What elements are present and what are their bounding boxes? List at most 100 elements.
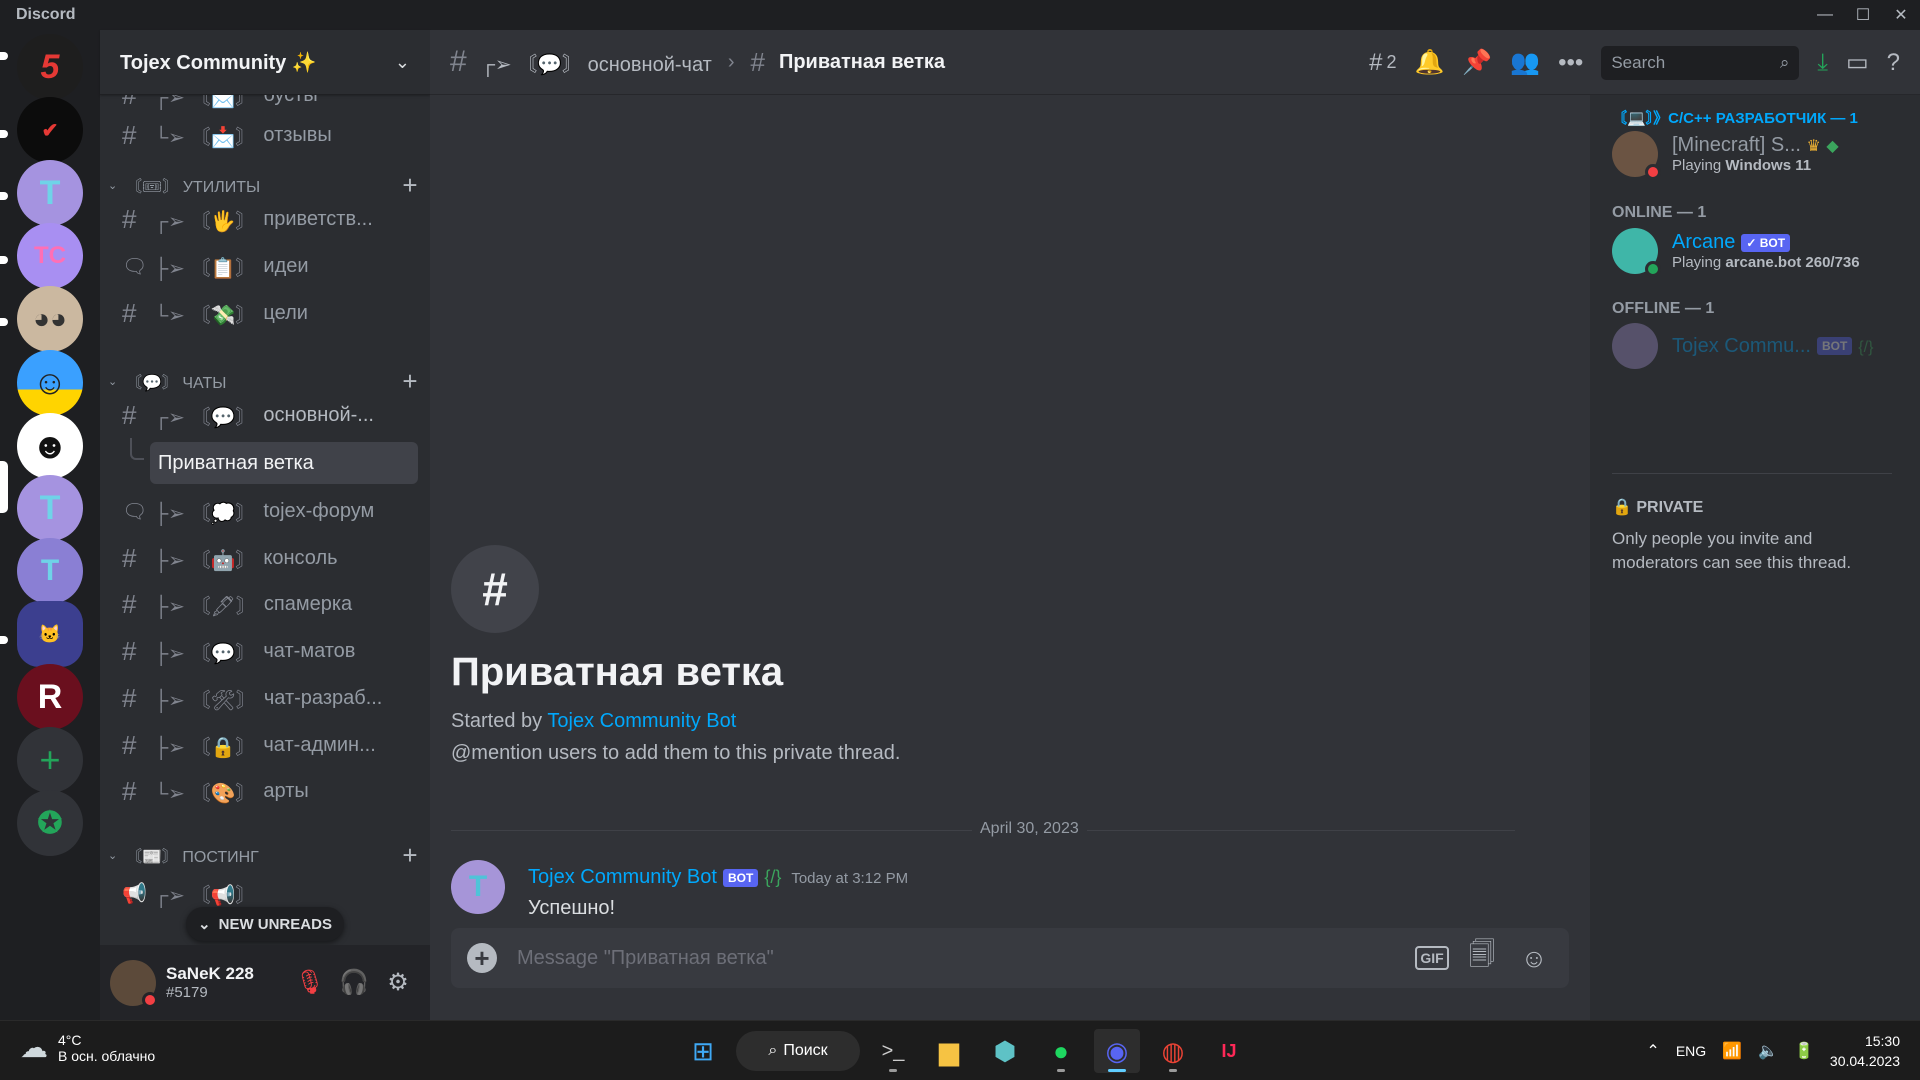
channel-item[interactable]: # └➢ 〘💸〙 цели	[110, 293, 420, 333]
server-icon-tcraft[interactable]: TC	[17, 223, 83, 289]
server-icon-tojex-octo[interactable]: T	[17, 538, 83, 604]
server-icon-dark[interactable]: ✔	[17, 97, 83, 163]
thread-item-active[interactable]: Приватная ветка	[150, 442, 418, 484]
activity-prefix: Playing	[1672, 254, 1722, 271]
private-description: Only people you invite and moderators ca…	[1612, 529, 1852, 572]
message-avatar[interactable]: T	[451, 860, 505, 914]
add-channel-icon[interactable]: +	[390, 840, 430, 871]
category-chats[interactable]: ⌄ 〘💬〙 ЧАТЫ +	[100, 365, 430, 397]
channel-prefix: ├➢ 〘📋〙	[154, 257, 256, 280]
vpn-shield-icon[interactable]: ⬢	[982, 1029, 1028, 1073]
terminal-icon[interactable]: >_	[870, 1029, 916, 1073]
add-server-icon[interactable]: +	[17, 727, 83, 793]
channel-prefix: ┌➢ 〘📩〙	[154, 95, 256, 109]
headphones-icon[interactable]: 🎧	[332, 961, 376, 1005]
add-channel-icon[interactable]: +	[390, 366, 430, 397]
server-header[interactable]: Tojex Community ✨ ⌄	[100, 30, 430, 95]
gear-icon[interactable]: ⚙	[376, 961, 420, 1005]
bell-icon[interactable]: 🔔	[1414, 43, 1444, 83]
channel-item[interactable]: # ├➢ 〘🛠〙 чат-разраб...	[110, 678, 420, 718]
intellij-icon[interactable]: IJ	[1206, 1029, 1252, 1073]
emoji-icon[interactable]: ☺	[1515, 939, 1553, 977]
download-icon[interactable]: ⤓	[1817, 43, 1828, 83]
private-label: PRIVATE	[1636, 499, 1704, 516]
member-item[interactable]: Arcane ✓ BOT Playing arcane.bot 260/736	[1612, 226, 1902, 277]
server-icon-smile[interactable]: ☺	[17, 350, 83, 416]
channel-item[interactable]: # ├➢ 〘🖋〙 спамерка	[110, 584, 420, 624]
channel-item[interactable]: #┌➢ 〘📩〙 бусты	[110, 95, 420, 115]
channel-item[interactable]: 🗨 ├➢ 〘📋〙 идеи	[110, 246, 420, 286]
language-indicator[interactable]: ENG	[1676, 1043, 1706, 1059]
member-item[interactable]: [Minecraft] S... ♛ ◆ Playing Windows 11	[1612, 129, 1902, 180]
parent-channel-link[interactable]: ┌➢ 〘💬〙 основной-чат	[481, 48, 712, 77]
spotify-icon[interactable]: ●	[1038, 1029, 1084, 1073]
add-channel-icon[interactable]: +	[390, 170, 430, 201]
taskbar-search[interactable]: ⌕ Поиск	[736, 1031, 860, 1071]
search-input[interactable]: Search ⌕	[1601, 45, 1800, 80]
message-input[interactable]	[517, 946, 1401, 970]
channel-item[interactable]: # ├➢ 〘💬〙 чат-матов	[110, 631, 420, 671]
channel-item[interactable]: # ├➢ 〘🔒〙 чат-админ...	[110, 725, 420, 765]
minimize-icon[interactable]: —	[1806, 0, 1844, 30]
battery-icon[interactable]: 🔋	[1794, 1041, 1814, 1061]
server-icon-face[interactable]: ☻	[17, 413, 83, 479]
bot-badge: ✓ BOT	[1741, 233, 1791, 252]
sticker-icon[interactable]: 🗐	[1463, 939, 1501, 977]
channel-item[interactable]: # ├➢ 〘🤖〙 консоль	[110, 538, 420, 578]
close-icon[interactable]: ✕	[1882, 0, 1920, 30]
server-icon-cat2[interactable]: 🐱	[17, 601, 83, 667]
private-header: 🔒 PRIVATE	[1612, 497, 1703, 517]
discover-compass-icon[interactable]: ✪	[17, 790, 83, 856]
chevron-down-icon: ⌄	[198, 916, 211, 933]
channel-name: основной-...	[263, 403, 374, 426]
channel-name: спамерка	[263, 592, 353, 615]
chevron-up-icon[interactable]: ⌃	[1646, 1041, 1659, 1061]
gif-button[interactable]: GIF	[1415, 946, 1449, 970]
channel-item-main-chat[interactable]: # ┌➢ 〘💬〙 основной-...	[110, 395, 420, 435]
message-author[interactable]: Tojex Community Bot	[528, 866, 717, 888]
search-icon: ⌕	[1779, 52, 1790, 72]
server-name-text: Tojex Community	[120, 51, 287, 74]
new-unreads-button[interactable]: ⌄ NEW UNREADS	[186, 907, 344, 941]
channel-item[interactable]: # ┌➢ 〘🖐〙 приветств...	[110, 199, 420, 239]
pin-icon[interactable]: 📌	[1462, 43, 1492, 83]
avatar[interactable]	[110, 959, 158, 1008]
locked-hash-icon: #	[122, 729, 137, 760]
windows-start-icon[interactable]: ⊞	[680, 1029, 726, 1073]
server-icon-r[interactable]: R	[17, 664, 83, 730]
channel-item[interactable]: 🗨 ├➢ 〘💭〙 tojex-форум	[110, 491, 420, 531]
maximize-icon[interactable]: ☐	[1844, 0, 1882, 30]
category-utils[interactable]: ⌄ 〘🎟〙 УТИЛИТЫ +	[100, 169, 430, 201]
server-name: Tojex Community ✨	[120, 51, 317, 74]
volume-icon[interactable]: 🔈	[1758, 1041, 1778, 1061]
weather-widget[interactable]: ☁ 4°C В осн. облачно	[20, 1031, 155, 1064]
member-item[interactable]: Tojex Commu... BOT {/}	[1612, 321, 1902, 371]
members-icon[interactable]: 👥	[1510, 43, 1540, 83]
wifi-icon[interactable]: 📶	[1722, 1041, 1742, 1061]
channel-prefix: ├➢ 〘🖋〙	[154, 595, 256, 618]
hash-icon: #	[122, 635, 137, 666]
discord-taskbar-icon[interactable]: ◉	[1094, 1029, 1140, 1073]
add-attachment-icon[interactable]: +	[467, 943, 497, 973]
chevron-down-icon: ⌄	[108, 849, 118, 862]
user-info[interactable]: SaNeK 228 #5179	[166, 964, 288, 1001]
threads-button[interactable]: #2	[1369, 43, 1396, 83]
mute-microphone-icon[interactable]: 🎙	[288, 961, 332, 1005]
chevron-down-icon[interactable]: ⌄	[395, 52, 410, 73]
clock-time: 15:30	[1864, 1033, 1900, 1049]
channel-item[interactable]: # └➢ 〘📩〙 отзывы	[110, 115, 420, 155]
server-icon-5[interactable]: 5	[17, 34, 83, 100]
channel-item[interactable]: # └➢ 〘🎨〙 арты	[110, 771, 420, 811]
more-icon[interactable]: •••	[1558, 43, 1583, 83]
chrome-icon[interactable]: ◍	[1150, 1029, 1196, 1073]
server-icon-tojex[interactable]: T	[17, 160, 83, 226]
file-explorer-icon[interactable]: ▆	[926, 1029, 972, 1073]
server-icon-tojex-active[interactable]: T	[17, 475, 83, 541]
server-icon-cat[interactable]: ◕◕	[17, 286, 83, 352]
channel-name: чат-матов	[263, 639, 356, 662]
clock[interactable]: 15:30 30.04.2023	[1830, 1031, 1900, 1071]
inbox-icon[interactable]: ▭	[1846, 43, 1869, 83]
category-posting[interactable]: ⌄ 〘📰〙 ПОСТИНГ +	[100, 839, 430, 871]
started-by-user-link[interactable]: Tojex Community Bot	[547, 710, 736, 732]
help-icon[interactable]: ?	[1887, 43, 1900, 83]
